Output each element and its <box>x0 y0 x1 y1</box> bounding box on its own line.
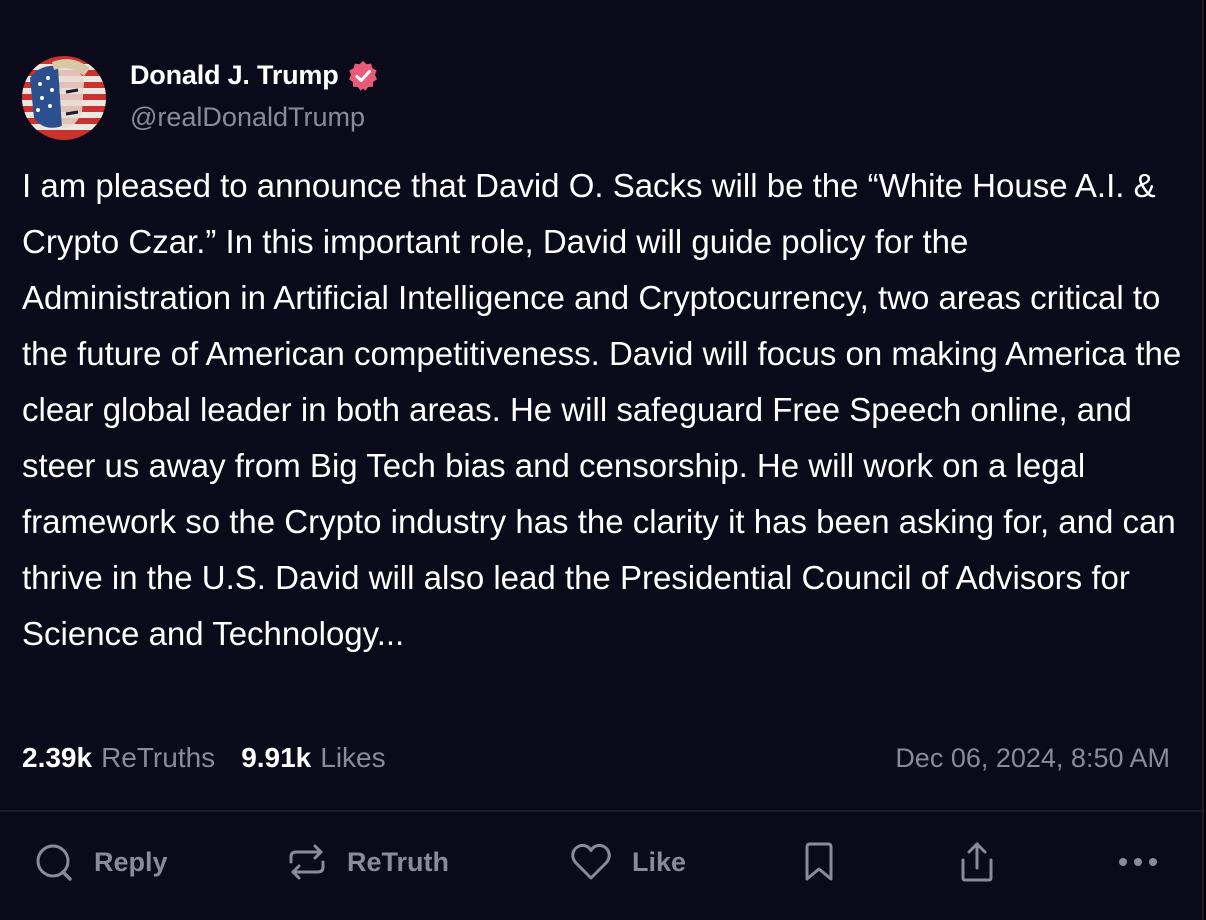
retruths-stat[interactable]: 2.39k ReTruths <box>22 742 215 774</box>
post-card: Donald J. Trump @realDonaldTrump I am pl… <box>0 0 1204 920</box>
avatar-image <box>22 56 106 140</box>
avatar[interactable] <box>22 56 106 140</box>
retruth-button[interactable]: ReTruth <box>287 812 449 912</box>
display-name[interactable]: Donald J. Trump <box>130 60 339 91</box>
likes-count: 9.91k <box>241 742 312 773</box>
likes-stat[interactable]: 9.91k Likes <box>241 742 385 774</box>
like-label: Like <box>632 846 687 877</box>
bookmark-icon <box>803 841 835 883</box>
post-timestamp: Dec 06, 2024, 8:50 AM <box>895 742 1170 773</box>
likes-label: Likes <box>320 742 386 773</box>
display-name-row: Donald J. Trump <box>130 60 379 92</box>
reply-bubble-icon <box>34 842 74 882</box>
bookmark-button[interactable] <box>803 812 835 912</box>
retruths-count: 2.39k <box>22 742 93 773</box>
post-stats: 2.39k ReTruths 9.91k Likes Dec 06, 2024,… <box>22 738 1170 778</box>
more-button[interactable] <box>1118 812 1158 912</box>
reply-label: Reply <box>94 846 168 877</box>
like-button[interactable]: Like <box>570 812 686 912</box>
reply-button[interactable]: Reply <box>34 812 168 912</box>
author-names: Donald J. Trump @realDonaldTrump <box>130 60 379 133</box>
share-upload-icon <box>958 840 996 884</box>
post-header: Donald J. Trump @realDonaldTrump <box>22 56 379 140</box>
retruth-arrows-icon <box>287 842 327 882</box>
author-handle[interactable]: @realDonaldTrump <box>130 102 379 133</box>
retruth-label: ReTruth <box>347 846 450 877</box>
verified-badge-icon <box>347 60 379 92</box>
action-bar: Reply ReTruth Like <box>0 812 1202 912</box>
heart-icon <box>570 842 612 882</box>
more-dots-icon <box>1118 857 1158 867</box>
retruths-label: ReTruths <box>101 742 216 773</box>
post-text: I am pleased to announce that David O. S… <box>22 167 1191 652</box>
share-button[interactable] <box>958 812 996 912</box>
